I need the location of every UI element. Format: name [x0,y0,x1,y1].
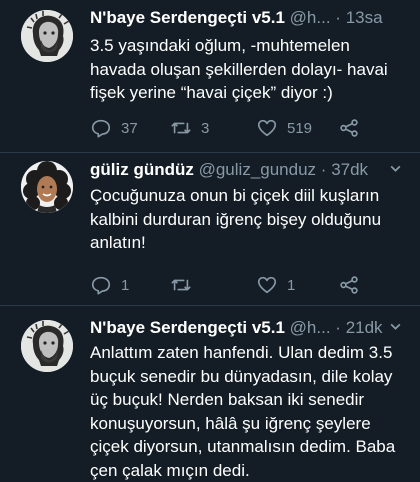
tweet-header: N'baye Serdengeçti v5.1 @h... · 21dk [90,317,410,339]
reply-button[interactable]: 1 [90,274,129,296]
tweet-text-line: Anlattım zaten hanfendi. Ulan dedim 3.5 [90,343,393,362]
retweet-icon [171,122,191,134]
tweet-text-line: havada oluşan şekillerden dolayı- havai [90,59,388,79]
reply-count: 1 [121,276,130,294]
share-icon [340,276,358,294]
tweet-text: Çocuğunuza onun bi çiçek diil kuşların k… [90,184,406,255]
tweet-header: güliz gündüz @guliz_gunduz · 37dk [90,159,410,181]
share-icon [340,119,358,137]
display-name[interactable]: N'baye Serdengeçti v5.1 [90,8,285,27]
display-name[interactable]: N'baye Serdengeçti v5.1 [90,318,285,337]
like-count: 519 [287,119,313,137]
share-button[interactable] [338,274,360,296]
tweet-actions: 1 1 [90,274,390,296]
retweet-button[interactable] [170,274,192,296]
avatar[interactable] [21,161,73,213]
retweet-count: 3 [201,119,210,137]
timestamp[interactable]: 37dk [331,160,368,179]
timestamp[interactable]: 21dk [346,318,383,337]
tweet-text-line: anlatın! [90,233,146,252]
retweet-icon [171,279,191,291]
like-button[interactable]: 1 [256,274,295,296]
tweet-actions: 37 3 519 [90,117,390,139]
user-handle[interactable]: @guliz_gunduz [199,160,316,179]
curly-hair-portrait-avatar-icon [21,161,73,213]
reply-icon [91,276,111,295]
tweet[interactable]: N'baye Serdengeçti v5.1 @h... · 13sa 3.5… [0,0,420,152]
heart-icon [257,119,277,137]
tweet-text-line: çen çalak mıçın dedi. [90,460,250,480]
user-handle[interactable]: @h... [290,318,331,337]
separator-dot: · [335,318,341,337]
tweet-text: Anlattım zaten hanfendi. Ulan dedim 3.5 … [90,341,406,482]
tweet-text-line: çiçek diyorsun, utanmalısın dedim. Baba [90,437,396,456]
share-button[interactable] [338,117,360,139]
retweet-button[interactable]: 3 [170,117,209,139]
reply-icon [91,119,111,138]
reply-count: 37 [121,119,138,137]
avatar[interactable] [21,10,73,62]
chevron-down-icon[interactable] [389,159,402,181]
chevron-down-icon[interactable] [389,317,402,339]
heart-icon [257,276,277,294]
tweet-header: N'baye Serdengeçti v5.1 @h... · 13sa [90,7,410,29]
tweet-text-line: buçuk senedir bu dünyadasın, dile kolay [90,366,393,386]
like-button[interactable]: 519 [256,117,312,139]
reply-button[interactable]: 37 [90,117,138,139]
tweet-text-line: kalbini durduran iğrenç bişey olduğunu [90,209,382,229]
tweet[interactable]: N'baye Serdengeçti v5.1 @h... · 21dk Anl… [0,306,420,482]
tweet[interactable]: güliz gündüz @guliz_gunduz · 37dk Çocuğu… [0,153,420,305]
separator-dot: · [320,160,327,179]
display-name[interactable]: güliz gündüz [90,160,194,179]
user-handle[interactable]: @h... [290,8,331,27]
tweet-text-line: üç buçuk! Nerden baksan iki senedir [90,390,365,409]
tweet-text: 3.5 yaşındaki oğlum, -muhtemelen havada … [90,34,406,105]
timeline: N'baye Serdengeçti v5.1 @h... · 13sa 3.5… [0,0,420,482]
tweet-text-line: Çocuğunuza onun bi çiçek diil kuşların [90,186,380,205]
tweet-text-line: fişek yerine “havai çiçek” diyor :) [90,83,333,102]
timestamp[interactable]: 13sa [346,8,383,27]
tweet-text-line: 3.5 yaşındaki oğlum, -muhtemelen [90,36,350,55]
sketch-portrait-avatar-icon [21,320,73,372]
tweet-text-line: konuşuyorsun, hâlâ şu iğrenç şeylere [90,413,371,433]
sketch-portrait-avatar-icon [21,10,73,62]
like-count: 1 [287,276,296,294]
separator-dot: · [335,8,341,27]
avatar[interactable] [21,320,73,372]
